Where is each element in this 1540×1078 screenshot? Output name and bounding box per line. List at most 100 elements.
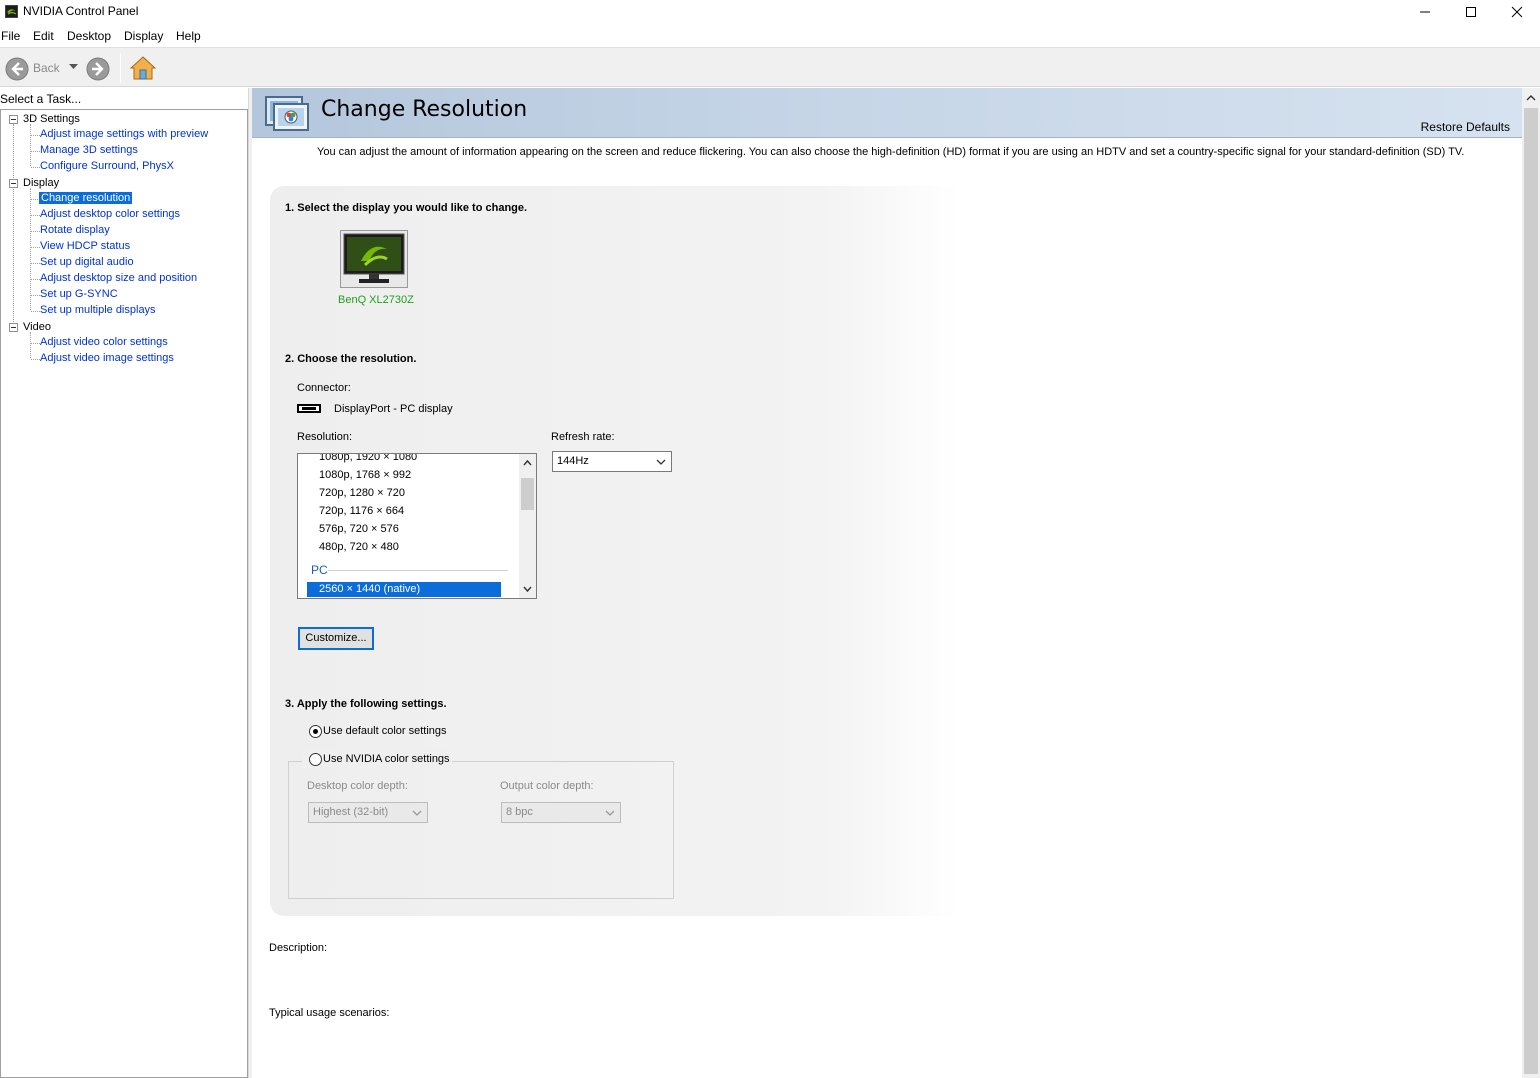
tree-item-view-hdcp[interactable]: View HDCP status [40,240,130,252]
resolution-scrollbar[interactable] [519,454,536,598]
scroll-thumb[interactable] [1524,108,1538,1074]
resolution-option-selected[interactable]: 2560 × 1440 (native) [307,582,501,597]
resolution-label: Resolution: [297,431,353,443]
tree-item-digital-audio[interactable]: Set up digital audio [40,256,134,268]
resolution-listbox[interactable]: 1080p, 1920 × 1080 1080p, 1768 × 992 720… [297,453,537,599]
step2-title: 2. Choose the resolution. [285,353,417,365]
tree-line [13,124,14,328]
page-banner: Change Resolution Restore Defaults [252,88,1522,138]
output-depth-select[interactable]: 8 bpc [501,802,621,823]
collapse-3d-settings-icon[interactable] [9,115,18,124]
tree-group-3d-settings[interactable]: 3D Settings [23,113,80,125]
tree-item-video-image[interactable]: Adjust video image settings [40,352,174,364]
main-scrollbar[interactable] [1522,88,1540,1078]
menu-file[interactable]: File [1,29,20,43]
tree-item-desktop-size[interactable]: Adjust desktop size and position [40,272,197,284]
tree-line [31,215,40,216]
scroll-up-icon[interactable] [1522,91,1540,105]
display-tile[interactable] [340,230,408,288]
selected-resolution-text: 2560 × 1440 (native) [319,583,421,595]
menu-display[interactable]: Display [124,29,163,43]
window-title: NVIDIA Control Panel [23,4,139,18]
scroll-thumb[interactable] [521,478,534,510]
desktop-depth-select[interactable]: Highest (32-bit) [308,802,428,823]
tree-item-adjust-image-settings[interactable]: Adjust image settings with preview [40,128,208,140]
display-name[interactable]: BenQ XL2730Z [338,294,414,306]
maximize-button[interactable] [1448,0,1494,24]
back-arrow-icon[interactable] [5,57,29,81]
desktop-depth-value: Highest (32-bit) [313,806,389,818]
tree-line [30,188,31,310]
tree-group-video[interactable]: Video [23,321,51,333]
default-color-label[interactable]: Use default color settings [323,725,447,737]
resolution-option[interactable]: 720p, 1176 × 664 [319,505,404,517]
menu-help[interactable]: Help [176,29,201,43]
nvidia-color-radio[interactable] [309,753,322,766]
chevron-down-icon [605,810,615,816]
tree-item-rotate-display[interactable]: Rotate display [40,224,110,236]
displayport-icon [297,404,321,413]
tree-item-manage-3d-settings[interactable]: Manage 3D settings [40,144,138,156]
collapse-display-icon[interactable] [9,179,18,188]
resolution-option[interactable]: 576p, 720 × 576 [319,523,399,535]
usage-label: Typical usage scenarios: [269,1007,390,1019]
resolution-option[interactable]: 1080p, 1920 × 1080 [319,454,417,463]
group-divider [328,570,508,571]
nvidia-color-label[interactable]: Use NVIDIA color settings [323,753,450,765]
scroll-down-icon[interactable] [519,582,536,596]
default-color-radio[interactable] [309,725,322,738]
resolution-option[interactable]: 480p, 720 × 480 [319,541,399,553]
nvidia-color-group: Desktop color depth: Highest (32-bit) Ou… [288,761,674,899]
connector-value: DisplayPort - PC display [334,403,453,415]
display-settings-icon [265,96,309,131]
resolution-option[interactable]: 1080p, 1768 × 992 [319,469,411,481]
menu-desktop[interactable]: Desktop [67,29,111,43]
monitor-nvidia-icon [343,233,405,283]
tree-item-change-resolution[interactable]: Change resolution [39,192,133,204]
step1-title: 1. Select the display you would like to … [285,202,528,214]
tree-line [31,343,40,344]
description-label: Description: [269,942,328,954]
output-depth-value: 8 bpc [506,806,533,818]
toolbar-separator [120,53,121,83]
tree-item-multiple-displays[interactable]: Set up multiple displays [40,304,156,316]
forward-arrow-icon[interactable] [86,57,110,81]
restore-defaults-link[interactable]: Restore Defaults [1421,120,1510,134]
back-label[interactable]: Back [33,61,60,75]
desktop-depth-label: Desktop color depth: [307,780,408,792]
page-intro: You can adjust the amount of information… [317,146,1465,158]
connector-label: Connector: [297,382,351,394]
chevron-down-icon[interactable] [69,64,78,70]
tree-line [31,279,40,280]
close-button[interactable] [1494,0,1540,24]
tree-line [30,332,31,358]
tree-line [31,151,40,152]
tree-group-display[interactable]: Display [23,177,59,189]
minimize-button[interactable] [1402,0,1448,24]
maximize-icon [1466,7,1476,17]
page-title: Change Resolution [321,97,528,122]
task-tree: 3D Settings Adjust image settings with p… [0,109,248,1078]
tree-line [31,295,40,296]
collapse-video-icon[interactable] [9,323,18,332]
chevron-down-icon [412,810,422,816]
toolbar: Back [0,47,1540,87]
output-depth-label: Output color depth: [500,780,594,792]
tree-line [30,124,31,166]
tree-item-adjust-desktop-color[interactable]: Adjust desktop color settings [40,208,180,220]
refresh-rate-select[interactable]: 144Hz [552,451,672,472]
tree-item-video-color[interactable]: Adjust video color settings [40,336,168,348]
tree-item-configure-surround[interactable]: Configure Surround, PhysX [40,160,174,172]
menu-edit[interactable]: Edit [33,29,54,43]
resolution-option[interactable]: 720p, 1280 × 720 [319,487,405,499]
minimize-icon [1420,11,1430,13]
tree-line [31,311,40,312]
home-icon[interactable] [130,55,156,81]
tree-line [31,263,40,264]
scroll-up-icon[interactable] [519,456,536,470]
tree-line [31,167,40,168]
tree-line [31,359,40,360]
task-pane-header: Select a Task... [0,92,82,106]
customize-button[interactable]: Customize... [298,627,374,650]
tree-item-gsync[interactable]: Set up G-SYNC [40,288,118,300]
